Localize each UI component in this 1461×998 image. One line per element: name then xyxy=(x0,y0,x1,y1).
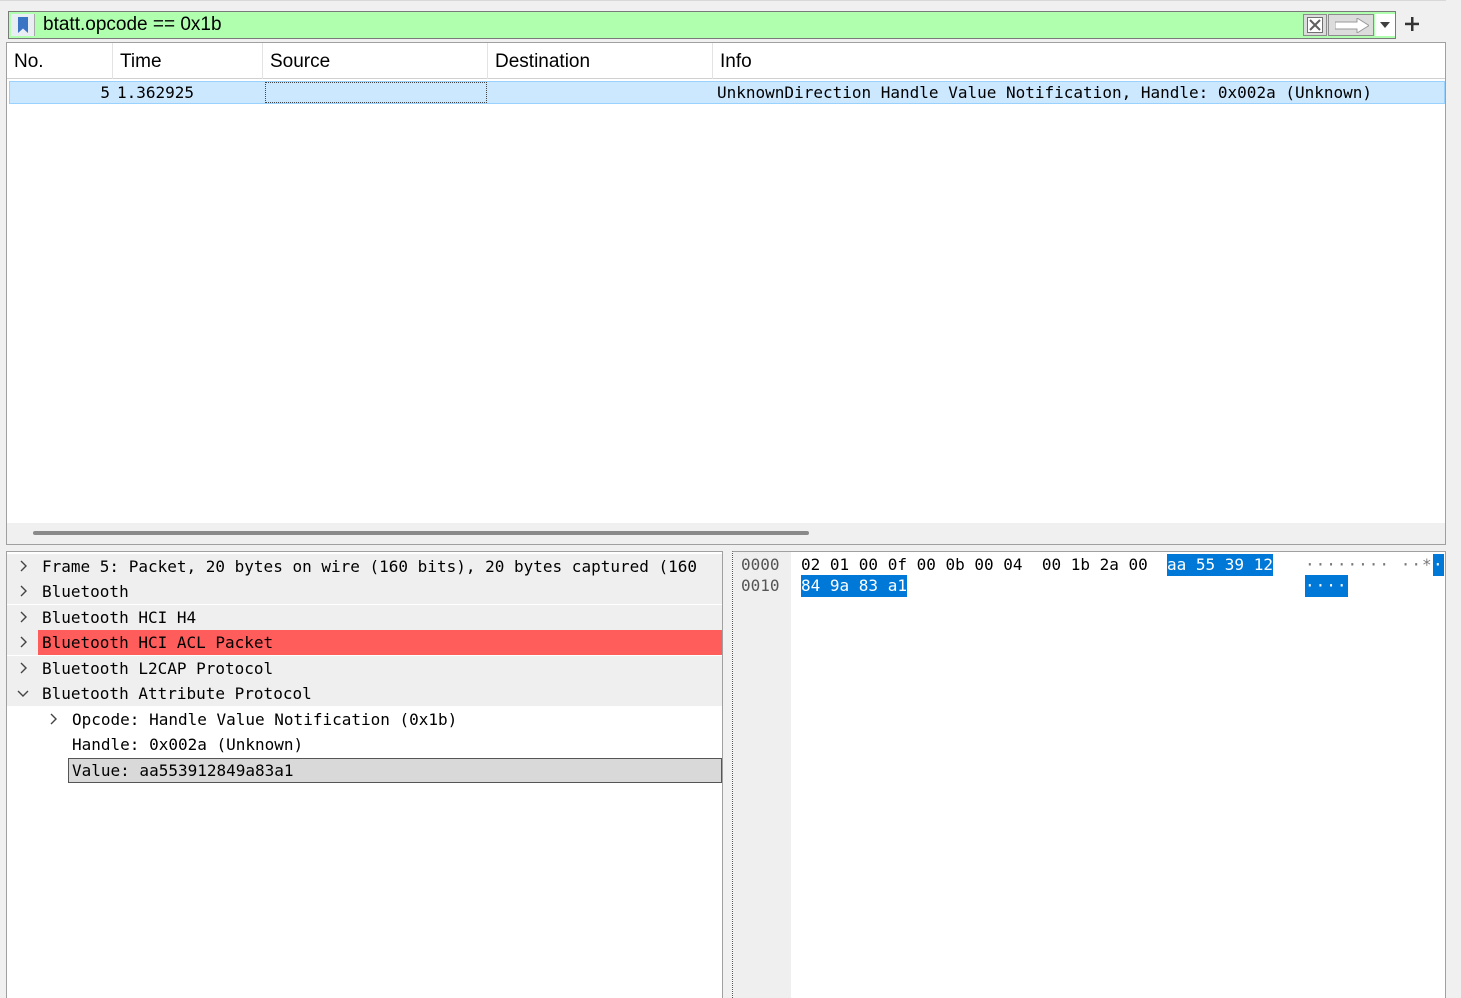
tree-item-label: Bluetooth L2CAP Protocol xyxy=(42,659,274,678)
column-header-destination[interactable]: Destination xyxy=(488,43,713,79)
column-header-source[interactable]: Source xyxy=(263,43,488,79)
clear-filter-button[interactable] xyxy=(1303,14,1327,36)
tree-item-frame[interactable]: Frame 5: Packet, 20 bytes on wire (160 b… xyxy=(7,554,722,579)
packet-time: 1.362925 xyxy=(117,83,195,102)
tree-item-handle[interactable]: Handle: 0x002a (Unknown) xyxy=(7,732,722,757)
tree-item-label: Value: aa553912849a83a1 xyxy=(72,761,294,780)
apply-filter-button[interactable] xyxy=(1328,14,1374,36)
filter-history-dropdown[interactable] xyxy=(1375,14,1395,36)
chevron-down-icon[interactable] xyxy=(17,687,29,699)
ascii-bytes-selected[interactable]: ···· xyxy=(1305,575,1348,597)
pane-splitter[interactable] xyxy=(723,551,732,998)
tree-item-opcode[interactable]: Opcode: Handle Value Notification (0x1b) xyxy=(7,707,722,732)
tree-item-hci-acl[interactable]: Bluetooth HCI ACL Packet xyxy=(7,630,722,655)
tree-item-label: Bluetooth Attribute Protocol xyxy=(42,684,312,703)
chevron-right-icon[interactable] xyxy=(17,585,29,597)
byte-offset: 0010 xyxy=(741,576,780,595)
packet-no: 5 xyxy=(100,83,110,102)
tree-item-label: Bluetooth HCI H4 xyxy=(42,608,197,627)
filter-bookmark-button[interactable] xyxy=(11,14,35,36)
packet-list-pane[interactable]: No. Time Source Destination Info 5 1.362… xyxy=(6,42,1446,545)
tree-item-label: Bluetooth xyxy=(42,582,129,601)
tree-item-l2cap[interactable]: Bluetooth L2CAP Protocol xyxy=(7,656,722,681)
tree-item-hci-h4[interactable]: Bluetooth HCI H4 xyxy=(7,605,722,630)
scrollbar-thumb[interactable] xyxy=(33,531,809,535)
chevron-right-icon[interactable] xyxy=(17,636,29,648)
tree-item-label: Frame 5: Packet, 20 bytes on wire (160 b… xyxy=(42,557,698,576)
display-filter-input[interactable]: btatt.opcode == 0x1b xyxy=(8,11,1396,39)
packet-destination xyxy=(490,82,715,103)
clear-x-icon xyxy=(1307,17,1323,33)
packet-row[interactable]: 5 1.362925 UnknownDirection Handle Value… xyxy=(9,81,1445,104)
filter-text[interactable]: btatt.opcode == 0x1b xyxy=(43,14,222,36)
plus-icon[interactable] xyxy=(1403,15,1421,33)
chevron-right-icon[interactable] xyxy=(47,713,59,725)
hex-bytes[interactable]: 02 01 00 0f 00 0b 00 04 00 1b 2a 00 xyxy=(801,554,1148,576)
tree-item-att[interactable]: Bluetooth Attribute Protocol xyxy=(7,681,722,706)
offset-gutter xyxy=(733,552,791,998)
column-header-no[interactable]: No. xyxy=(7,43,113,79)
display-filter-toolbar: btatt.opcode == 0x1b xyxy=(0,0,1461,44)
tree-item-label: Handle: 0x002a (Unknown) xyxy=(72,735,304,754)
ascii-bytes-selected[interactable]: · xyxy=(1433,554,1444,576)
chevron-down-icon xyxy=(1380,22,1390,28)
column-header-time[interactable]: Time xyxy=(113,43,263,79)
arrow-right-icon xyxy=(1335,18,1369,33)
tree-item-value[interactable]: Value: aa553912849a83a1 xyxy=(7,758,722,783)
chevron-right-icon[interactable] xyxy=(17,560,29,572)
chevron-right-icon[interactable] xyxy=(17,611,29,623)
ascii-bytes[interactable]: ········ ··*· xyxy=(1305,554,1443,576)
packet-details-pane[interactable]: Frame 5: Packet, 20 bytes on wire (160 b… xyxy=(6,551,723,998)
packet-source xyxy=(265,82,487,103)
byte-offset: 0000 xyxy=(741,555,780,574)
chevron-right-icon[interactable] xyxy=(17,662,29,674)
hex-bytes-selected[interactable]: 84 9a 83 a1 xyxy=(801,575,907,597)
tree-item-bluetooth[interactable]: Bluetooth xyxy=(7,579,722,604)
packet-list-header: No. Time Source Destination Info xyxy=(7,43,1445,79)
tree-item-label: Opcode: Handle Value Notification (0x1b) xyxy=(72,710,458,729)
bookmark-icon xyxy=(18,17,28,33)
column-header-info[interactable]: Info xyxy=(713,43,1445,79)
packet-list-horizontal-scrollbar[interactable] xyxy=(7,523,1445,544)
tree-item-label: Bluetooth HCI ACL Packet xyxy=(42,633,274,652)
packet-info: UnknownDirection Handle Value Notificati… xyxy=(717,83,1373,102)
window-right-edge xyxy=(1446,0,1461,998)
hex-bytes-selected[interactable]: aa 55 39 12 xyxy=(1167,554,1273,576)
packet-bytes-pane[interactable]: 0000 0010 02 01 00 0f 00 0b 00 04 00 1b … xyxy=(732,551,1446,998)
